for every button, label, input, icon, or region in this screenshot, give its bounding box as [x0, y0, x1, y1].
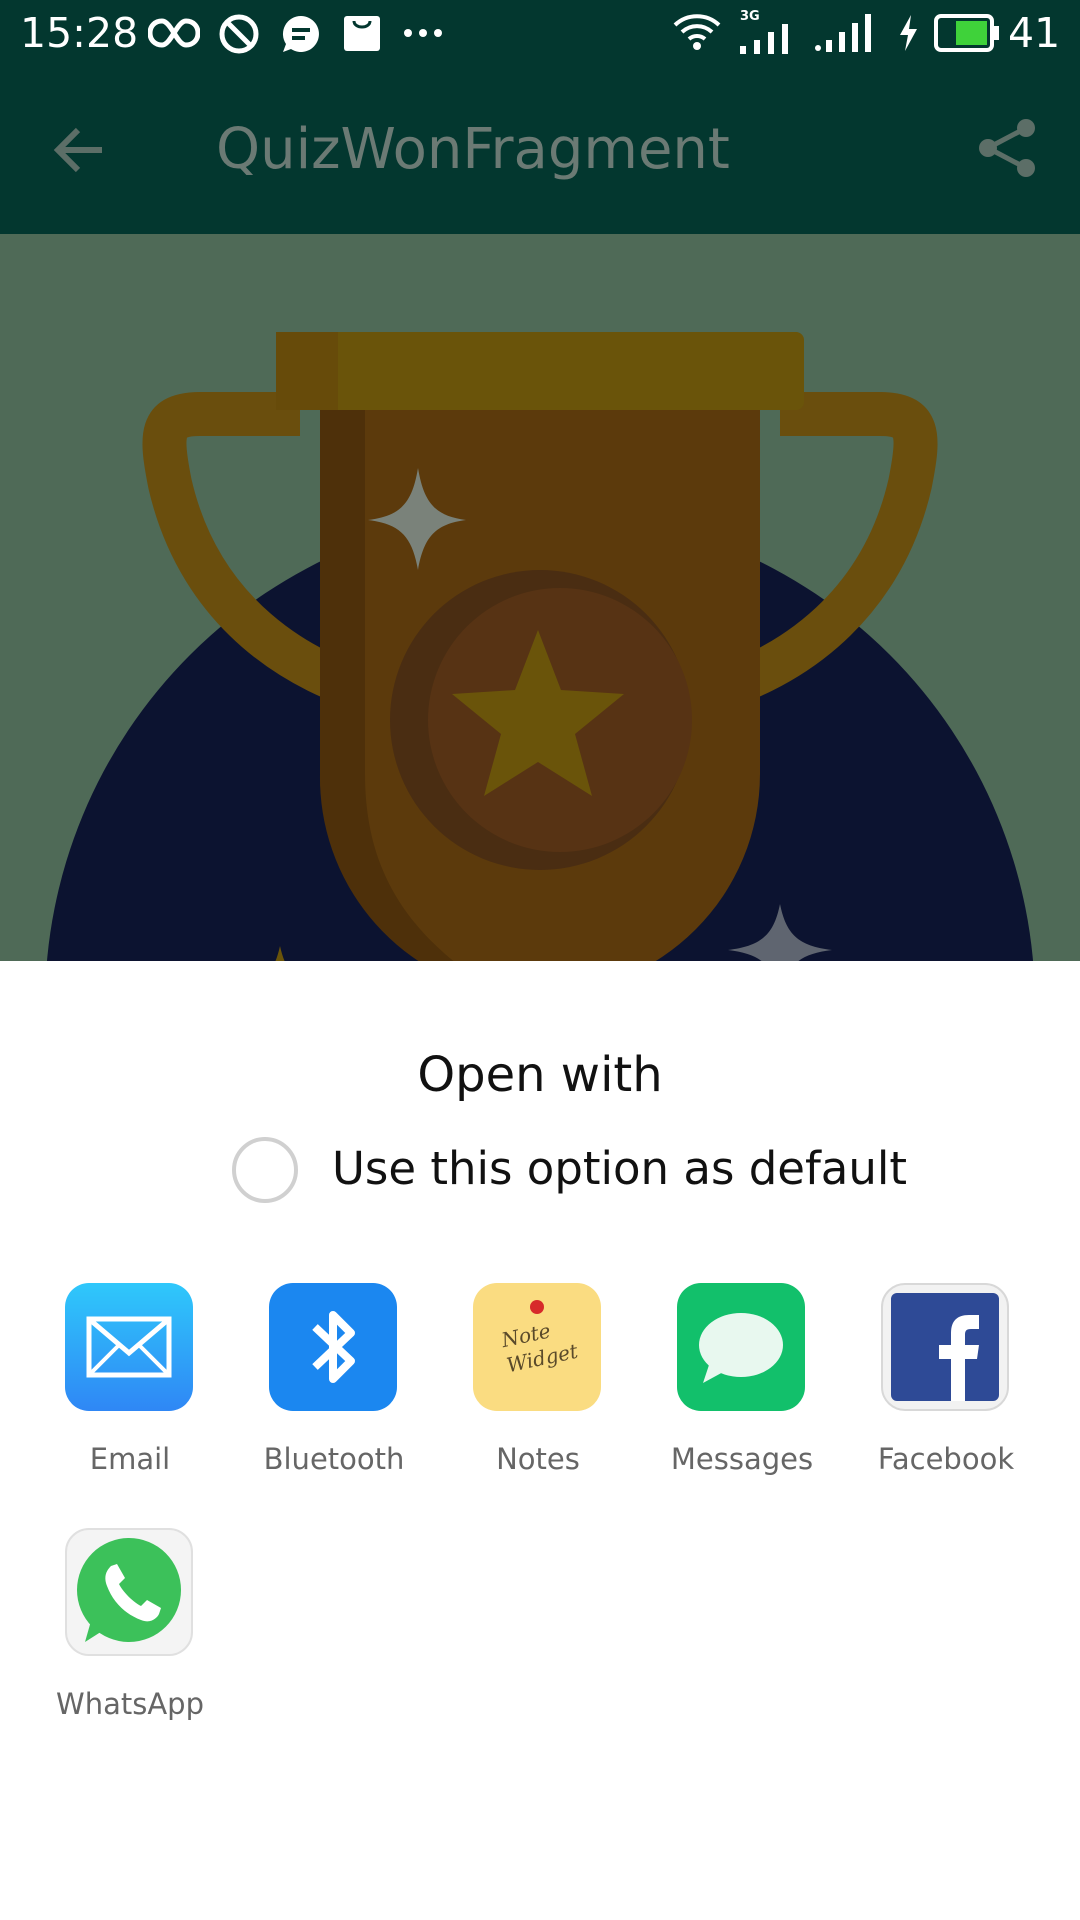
app-option-email[interactable]: Email: [28, 1283, 232, 1513]
trophy-rim: [276, 332, 804, 410]
shopping-bag-icon: [344, 16, 380, 51]
app-label-email: Email: [89, 1442, 171, 1476]
app-label-whatsapp: WhatsApp: [56, 1687, 204, 1721]
signal-3g-icon: 3G: [738, 10, 800, 54]
whatsapp-icon: [65, 1528, 193, 1656]
share-icon[interactable]: [976, 116, 1040, 180]
arrow-back-icon[interactable]: [50, 120, 110, 180]
app-option-facebook[interactable]: Facebook: [844, 1283, 1048, 1513]
charging-bolt-icon: [900, 15, 917, 51]
app-option-messages[interactable]: Messages: [640, 1283, 844, 1513]
app-option-whatsapp[interactable]: WhatsApp: [28, 1528, 232, 1758]
more-dots-icon: [404, 29, 442, 37]
app-label-notes: Notes: [496, 1442, 580, 1476]
app-bar: QuizWonFragment: [0, 66, 1080, 234]
envelope-icon: [65, 1283, 193, 1411]
facebook-icon: [881, 1283, 1009, 1411]
open-with-sheet: Open with Use this option as default Ema…: [0, 961, 1080, 1920]
status-time: 15:28: [20, 9, 139, 57]
signal-icon: [815, 14, 871, 52]
battery-icon: [934, 14, 999, 52]
bluetooth-icon: [269, 1283, 397, 1411]
app-label-facebook: Facebook: [877, 1442, 1015, 1476]
battery-level: 41: [1008, 9, 1061, 57]
default-radio-button[interactable]: [232, 1137, 298, 1203]
sheet-title: Open with: [417, 1047, 663, 1103]
network-label: 3G: [740, 9, 760, 24]
status-bar: 15:28 3G 41: [0, 0, 1080, 66]
chat-bubble-icon: [282, 15, 319, 52]
app-option-notes[interactable]: Note Widget Notes: [436, 1283, 640, 1513]
use-as-default-option[interactable]: Use this option as default: [232, 1137, 932, 1209]
do-not-disturb-icon: [219, 14, 259, 54]
wifi-icon: [673, 14, 721, 50]
infinity-icon: [148, 18, 200, 48]
note-widget-icon: Note Widget: [473, 1283, 601, 1411]
app-option-bluetooth[interactable]: Bluetooth: [232, 1283, 436, 1513]
app-label-bluetooth: Bluetooth: [263, 1442, 405, 1476]
app-label-messages: Messages: [670, 1442, 814, 1476]
trophy-illustration: [0, 234, 1080, 961]
speech-bubble-icon: [677, 1283, 805, 1411]
page-title: QuizWonFragment: [216, 117, 730, 182]
default-option-label: Use this option as default: [332, 1142, 908, 1195]
